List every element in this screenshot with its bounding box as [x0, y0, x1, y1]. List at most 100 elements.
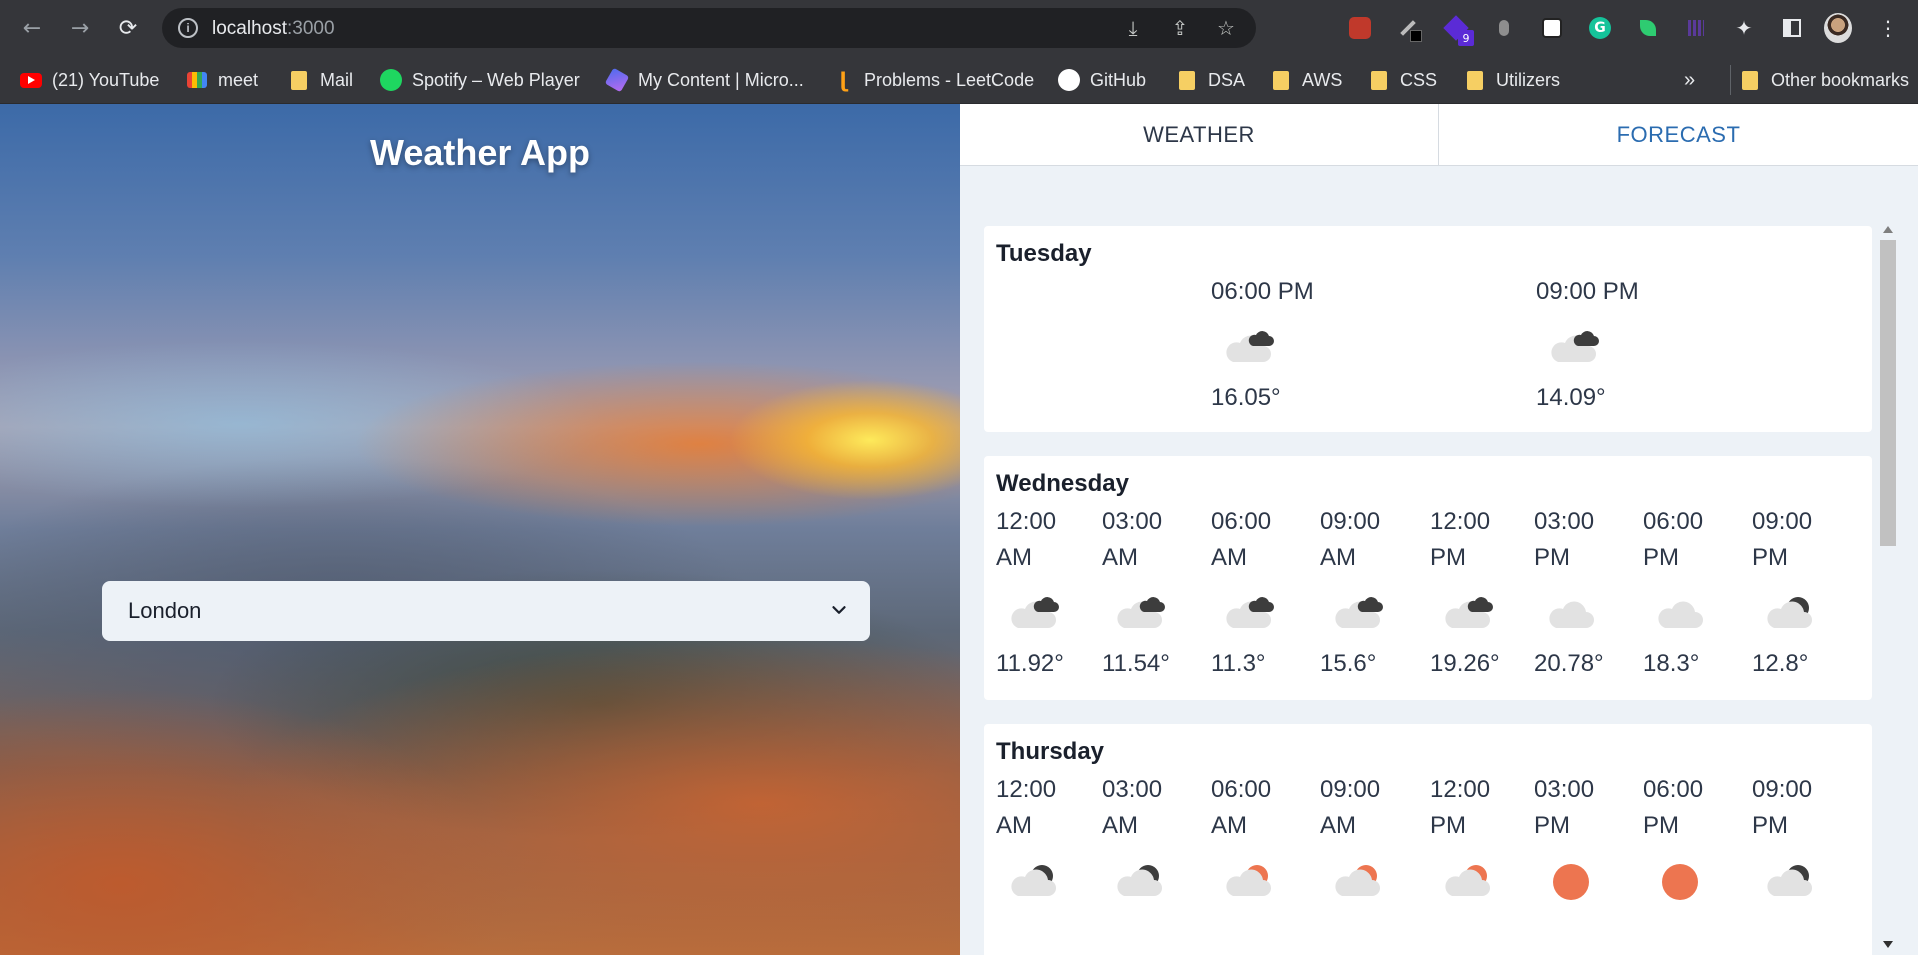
forecast-time: 09:00 AM [1320, 508, 1381, 571]
forecast-time: 12:00 AM [996, 776, 1057, 839]
sun-cloud-icon [1219, 860, 1277, 900]
forecast-temp: 11.54° [1102, 650, 1170, 677]
address-bar[interactable]: i localhost:3000 ⤓ ⇪ ☆ [162, 8, 1256, 48]
bookmark-label: meet [218, 69, 259, 90]
sun-icon [1542, 860, 1600, 900]
extension-red-icon[interactable] [1346, 14, 1374, 42]
bookmarks-overflow-button[interactable]: » [1684, 56, 1695, 104]
scattered-clouds-icon [1438, 592, 1496, 632]
bookmark-label: AWS [1302, 69, 1343, 90]
app-title: Weather App [369, 132, 591, 173]
url-host: localhost [212, 18, 287, 39]
bookmark-label: GitHub [1090, 69, 1147, 90]
bookmark-css[interactable]: CSS [1368, 56, 1437, 104]
forecast-temp: 16.05° [1211, 384, 1281, 411]
cloud-icon [1542, 592, 1600, 632]
sun-cloud-icon [1328, 860, 1386, 900]
forecast-day-card: Thursday 12:00 AM 03:00 AM 06:00 AM 09:00 AM 12:0… [984, 724, 1872, 955]
url-text: localhost:3000 [212, 18, 335, 40]
extension-leaf-icon[interactable] [1634, 14, 1662, 42]
bookmark-mail[interactable]: Mail [288, 56, 353, 104]
extension-pen-icon[interactable] [1394, 14, 1422, 42]
forecast-time: 06:00 AM [1211, 508, 1272, 571]
tab-forecast[interactable]: FORECAST [1439, 104, 1918, 166]
bookmark-aws[interactable]: AWS [1270, 56, 1342, 104]
forecast-day-title: Thursday [996, 738, 1105, 765]
extension-bars-icon[interactable] [1682, 14, 1710, 42]
scattered-clouds-icon [1110, 592, 1168, 632]
bookmark-microsoft[interactable]: My Content | Micro... [604, 56, 804, 104]
forecast-scrollbar[interactable] [1880, 226, 1896, 948]
forecast-time: 09:00 PM [1752, 776, 1813, 839]
night-cloud-icon [1760, 592, 1818, 632]
city-select[interactable]: London [102, 581, 870, 641]
bookmark-dsa[interactable]: DSA [1176, 56, 1245, 104]
share-icon[interactable]: ⇪ [1169, 16, 1191, 40]
chevron-down-icon [832, 606, 846, 614]
extensions-puzzle-icon[interactable]: ✦ [1730, 14, 1758, 42]
forecast-slot: 06:00 PM 18.3° [1643, 504, 1753, 700]
profile-avatar[interactable] [1824, 13, 1852, 43]
scrollbar-thumb[interactable] [1880, 240, 1896, 546]
extension-purple-icon[interactable]: 9 [1442, 14, 1474, 46]
forecast-time: 03:00 PM [1534, 776, 1595, 839]
night-cloud-icon [1004, 860, 1062, 900]
forecast-time: 06:00 AM [1211, 776, 1272, 839]
forward-button[interactable]: → [64, 12, 96, 44]
other-bookmarks-label: Other bookmarks [1771, 69, 1910, 90]
forecast-list[interactable]: Tuesday 06:00 PM 16.05° 09:00 PM 14.09° Wedne… [984, 226, 1916, 955]
tab-weather[interactable]: WEATHER [960, 104, 1439, 166]
browser-toolbar: ← → ⟳ i localhost:3000 ⤓ ⇪ ☆ 9 G ✦ ⋮ [0, 0, 1918, 56]
back-button[interactable]: ← [16, 12, 48, 44]
forecast-temp: 11.3° [1211, 650, 1266, 677]
forecast-day-title: Tuesday [996, 240, 1092, 267]
bookmark-meet[interactable]: meet [186, 56, 258, 104]
extension-notion-icon[interactable] [1538, 14, 1566, 42]
url-port: :3000 [287, 18, 335, 39]
night-cloud-icon [1110, 860, 1168, 900]
forecast-panel: WEATHER FORECAST Tuesday 06:00 PM 16.05° 09… [960, 104, 1918, 955]
forecast-temp: 20.78° [1534, 650, 1604, 677]
folder-icon [1464, 69, 1486, 91]
bookmark-leetcode[interactable]: ɭ Problems - LeetCode [832, 56, 1035, 104]
forecast-temp: 15.6° [1320, 650, 1377, 677]
extension-mouse-icon[interactable] [1490, 14, 1518, 42]
forecast-time: 06:00 PM [1643, 508, 1704, 571]
site-info-icon[interactable]: i [178, 18, 198, 38]
bookmark-star-icon[interactable]: ☆ [1215, 16, 1237, 40]
grammarly-icon[interactable]: G [1586, 14, 1614, 42]
folder-icon [1368, 69, 1390, 91]
bookmark-label: Spotify – Web Player [412, 69, 580, 90]
scroll-up-icon[interactable] [1883, 226, 1893, 233]
bookmark-label: DSA [1208, 69, 1246, 90]
forecast-time: 09:00 AM [1320, 776, 1381, 839]
install-app-icon[interactable]: ⤓ [1122, 16, 1144, 40]
bookmark-github[interactable]: GitHub [1058, 56, 1146, 104]
folder-icon [1739, 69, 1761, 91]
reload-button[interactable]: ⟳ [112, 12, 144, 44]
bookmark-spotify[interactable]: Spotify – Web Player [380, 56, 580, 104]
forecast-slot: 03:00 AM [1102, 772, 1212, 955]
forecast-slot: 06:00 PM [1643, 772, 1753, 955]
forecast-slot: 06:00 AM 11.3° [1211, 504, 1321, 700]
scroll-down-icon[interactable] [1883, 941, 1893, 948]
bookmark-label: Mail [320, 69, 354, 90]
meet-icon [186, 69, 208, 91]
bookmark-youtube[interactable]: (21) YouTube [20, 56, 159, 104]
github-icon [1058, 69, 1080, 91]
scattered-clouds-icon [1219, 326, 1277, 366]
forecast-day-title: Wednesday [996, 470, 1129, 497]
other-bookmarks[interactable]: Other bookmarks [1730, 65, 1909, 95]
side-panel-icon[interactable] [1778, 14, 1806, 42]
forecast-temp: 11.92° [996, 650, 1064, 677]
extension-badge: 9 [1458, 30, 1474, 46]
forecast-time: 03:00 AM [1102, 776, 1163, 839]
forecast-slot: 09:00 PM [1752, 772, 1862, 955]
page: Weather App London WEATHER FORECAST Tues… [0, 104, 1918, 955]
bookmark-utilizers[interactable]: Utilizers [1464, 56, 1560, 104]
scattered-clouds-icon [1328, 592, 1386, 632]
forecast-slot: 03:00 PM [1534, 772, 1644, 955]
forecast-time: 12:00 AM [996, 508, 1057, 571]
browser-menu-icon[interactable]: ⋮ [1874, 14, 1902, 42]
folder-icon [288, 69, 310, 91]
